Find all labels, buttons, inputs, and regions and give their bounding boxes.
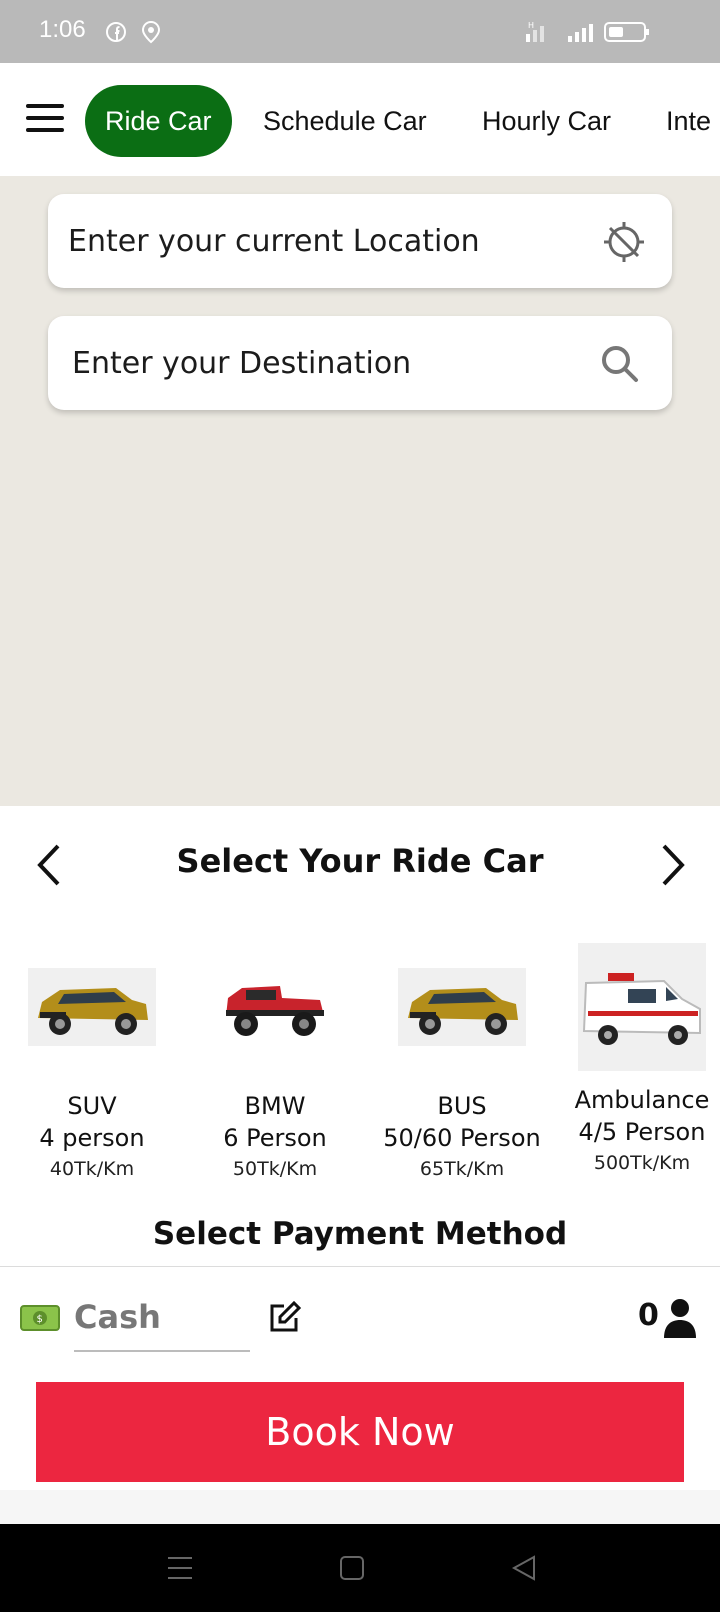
signal-icon xyxy=(568,24,593,42)
home-square-icon[interactable] xyxy=(336,1552,368,1584)
cash-icon: $ xyxy=(20,1305,60,1331)
current-location-field[interactable] xyxy=(48,194,672,288)
suv-car-icon xyxy=(372,942,552,1072)
car-capacity: 6 Person xyxy=(223,1124,327,1152)
battery-icon xyxy=(604,22,649,42)
chevron-right-icon[interactable] xyxy=(652,842,692,888)
facebook-icon xyxy=(106,22,126,42)
person-icon[interactable] xyxy=(662,1296,698,1340)
passenger-count: 0 xyxy=(638,1298,659,1333)
system-nav-bar xyxy=(0,1524,720,1612)
car-name: SUV xyxy=(67,1092,117,1120)
payment-method-label[interactable]: Cash xyxy=(74,1298,161,1336)
car-price: 500Tk/Km xyxy=(593,1152,691,1174)
svg-text:H: H xyxy=(528,21,534,30)
car-capacity: 50/60 Person xyxy=(383,1124,541,1152)
tab-intercity-car[interactable]: Inte xyxy=(666,85,711,157)
book-now-button[interactable]: Book Now xyxy=(36,1382,684,1482)
car-option-bmw[interactable]: BMW 6 Person 50Tk/Km xyxy=(185,942,365,1184)
tab-schedule-car[interactable]: Schedule Car xyxy=(263,85,427,157)
back-triangle-icon[interactable] xyxy=(508,1552,540,1584)
destination-field[interactable] xyxy=(48,316,672,410)
car-option-suv[interactable]: SUV 4 person 40Tk/Km xyxy=(2,942,182,1184)
menu-lines-icon[interactable] xyxy=(164,1552,196,1584)
signal-icon: H xyxy=(526,21,544,42)
car-capacity: 4 person xyxy=(39,1124,145,1152)
car-capacity: 4/5 Person xyxy=(578,1118,706,1146)
divider xyxy=(0,1266,720,1267)
gps-off-icon[interactable] xyxy=(600,218,648,266)
jeep-car-icon xyxy=(185,942,365,1072)
car-name: BUS xyxy=(437,1092,487,1120)
payment-method-underline xyxy=(74,1350,250,1352)
edit-icon[interactable] xyxy=(266,1300,302,1336)
bottom-strip xyxy=(0,1490,720,1524)
tab-ride-car[interactable]: Ride Car xyxy=(85,85,232,157)
ambulance-icon xyxy=(558,942,720,1072)
svg-text:$: $ xyxy=(37,1314,43,1325)
search-icon[interactable] xyxy=(596,340,644,388)
current-location-input[interactable] xyxy=(68,194,588,288)
car-price: 50Tk/Km xyxy=(232,1158,318,1180)
status-bar: 1:06 H xyxy=(0,0,720,63)
destination-input[interactable] xyxy=(72,316,592,410)
tab-hourly-car[interactable]: Hourly Car xyxy=(482,85,611,157)
menu-icon[interactable] xyxy=(26,104,64,134)
top-nav: Ride Car Schedule Car Hourly Car Inte xyxy=(0,63,720,176)
car-name: Ambulance xyxy=(574,1086,710,1114)
car-price: 65Tk/Km xyxy=(419,1158,505,1180)
status-time: 1:06 xyxy=(39,16,86,43)
ride-select-title: Select Your Ride Car xyxy=(176,842,544,880)
car-option-bus[interactable]: BUS 50/60 Person 65Tk/Km xyxy=(372,942,552,1184)
car-name: BMW xyxy=(244,1092,306,1120)
map-view[interactable] xyxy=(0,176,720,806)
suv-car-icon xyxy=(2,942,182,1072)
location-shield-icon xyxy=(141,20,161,44)
payment-title: Select Payment Method xyxy=(152,1216,568,1252)
car-price: 40Tk/Km xyxy=(49,1158,135,1180)
car-option-ambulance[interactable]: Ambulance 4/5 Person 500Tk/Km xyxy=(558,942,720,1178)
